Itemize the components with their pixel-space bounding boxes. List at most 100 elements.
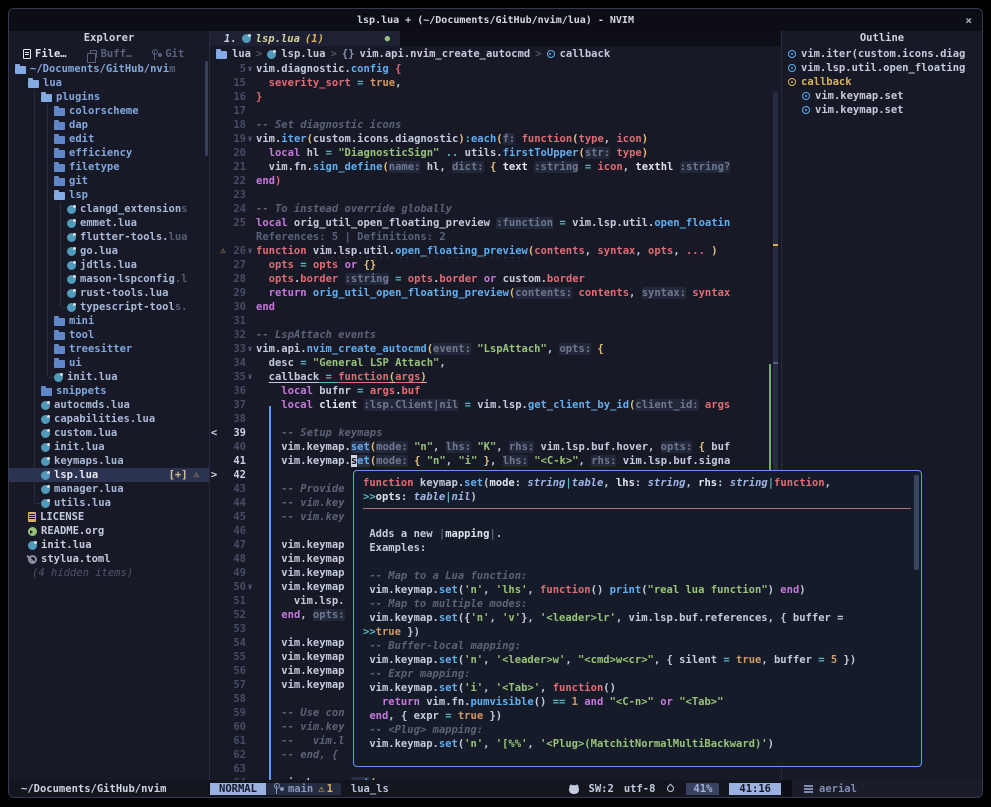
tree-item-init-lua[interactable]: init.lua [9,538,209,552]
code-line-37[interactable]: 37 local client :lsp.Client|nil = vim.ls… [210,398,781,412]
tree-item-treesitter[interactable]: treesitter [9,342,209,356]
tree-item-autocmds-lua[interactable]: autocmds.lua [9,398,209,412]
org-icon [28,527,37,536]
outline-item[interactable]: vim.lsp.util.open_floating [782,61,982,75]
code-line-40[interactable]: 40 vim.keymap.set(mode: "n", lhs: "K", r… [210,440,781,454]
code-line-19[interactable]: 19∨vim.iter(custom.icons.diagnostic):eac… [210,132,781,146]
tree-item-custom-lua[interactable]: custom.lua [9,426,209,440]
float-scrollbar[interactable] [914,475,919,570]
tree-item-init-lua[interactable]: init.lua [9,370,209,384]
tab-buffer[interactable]: Buff… [79,46,141,62]
code-line-17[interactable]: 17 [210,104,781,118]
code-line-30[interactable]: 30end [210,300,781,314]
tree-item-clangd-extension[interactable]: clangd_extensions [9,202,209,216]
code-line-24[interactable]: 24-- To instead override globally [210,202,781,216]
tree-item-snippets[interactable]: snippets [9,384,209,398]
lua-file-icon [67,205,76,214]
breadcrumb-item[interactable]: lua [232,48,251,60]
close-icon[interactable]: × [965,9,972,31]
tree-item-mason-lspconfig[interactable]: mason-lspconfig.l [9,272,209,286]
code-line-15[interactable]: 15 severity_sort = true, [210,76,781,90]
tree-item-manager-lua[interactable]: manager.lua [9,482,209,496]
code-line-27[interactable]: 27 opts = opts or {} [210,258,781,272]
code-virtual-line[interactable]: References: 5 | Definitions: 2 [210,230,781,244]
code-line-16[interactable]: 16} [210,90,781,104]
tree-item-git[interactable]: git [9,174,209,188]
code-line-29[interactable]: 29 return orig_util_open_floating_previe… [210,286,781,300]
explorer-scrollbar[interactable] [205,61,208,156]
tree-item-utils-lua[interactable]: utils.lua [9,496,209,510]
code-line-34[interactable]: 34 desc = "General LSP Attach", [210,356,781,370]
tree-item-keymaps-lua[interactable]: keymaps.lua [9,454,209,468]
tree-item-edit[interactable]: edit [9,132,209,146]
tree-item-rust-tools-lua[interactable]: rust-tools.lua [9,286,209,300]
tree-item-mini[interactable]: mini [9,314,209,328]
code-line-26[interactable]: ⚠26∨function vim.lsp.util.open_floating_… [210,244,781,258]
breadcrumb-item[interactable]: callback [560,48,611,60]
tree-item-readme-org[interactable]: README.org [9,524,209,538]
tree-item-license[interactable]: LICENSE [9,510,209,524]
code-line-33[interactable]: 33∨vim.api.nvim_create_autocmd(event: "L… [210,342,781,356]
outline-item[interactable]: vim.iter(custom.icons.diag [782,47,982,61]
float-doc-line: end, { expr = true }) [363,709,911,723]
tree-item--4-hidden-items-[interactable]: (4 hidden items) [9,566,209,580]
tree-guide [28,356,41,370]
lua-file-icon [41,471,50,480]
tree-item-capabilities-lua[interactable]: capabilities.lua [9,412,209,426]
code-line-20[interactable]: 20 local hl = "DiagnosticSign" .. utils.… [210,146,781,160]
code-line-32[interactable]: 32-- LspAttach events [210,328,781,342]
lua-file-icon [54,373,63,382]
tree-item-go-lua[interactable]: go.lua [9,244,209,258]
tab-file[interactable]: File… [15,46,75,62]
modified-dot-icon: ● [385,34,390,44]
tree-item-lsp-lua[interactable]: lsp.lua[+]⚠ [9,468,209,482]
tree-item-flutter-tools-[interactable]: flutter-tools.lua [9,230,209,244]
tree-item-filetype[interactable]: filetype [9,160,209,174]
code-line-36[interactable]: 36 local bufnr = args.buf [210,384,781,398]
statusline: ~/Documents/GitHub/nvim NORMAL main ⚠1 l… [9,780,982,797]
tree-item-dap[interactable]: dap [9,118,209,132]
code-line-21[interactable]: 21 vim.fn.sign_define(name: hl, dict: { … [210,160,781,174]
tab-git[interactable]: Git [144,46,192,62]
code-line-41[interactable]: 41 vim.keymap.set(mode: { "n", "i" }, lh… [210,454,781,468]
code-line-39[interactable]: <39 -- Setup keymaps [210,426,781,440]
tree-item-plugins[interactable]: plugins [9,90,209,104]
folder-icon [54,360,65,368]
lua-file-icon [28,541,37,550]
tree-item-emmet-lua[interactable]: emmet.lua [9,216,209,230]
tree-item-efficiency[interactable]: efficiency [9,146,209,160]
tree-guide [28,244,41,258]
code-line-5[interactable]: 5∨vim.diagnostic.config { [210,62,781,76]
folder-icon [54,164,65,172]
code-line-22[interactable]: 22end) [210,174,781,188]
tree-item--documents-github-nvi[interactable]: ~/Documents/GitHub/nvim [9,62,209,76]
breadcrumb-item[interactable]: lsp.lua [281,48,325,60]
tree-guide [28,342,41,356]
outline-item[interactable]: vim.keymap.set [782,89,982,103]
outline-item[interactable]: vim.keymap.set [782,103,982,117]
tree-item-ui[interactable]: ui [9,356,209,370]
warning-icon: ⚠ [194,470,199,480]
buffer-tab-lsp-lua[interactable]: 1. lsp.lua (1) ● [210,31,400,46]
tree-item-stylua-toml[interactable]: stylua.toml [9,552,209,566]
tree-item-label: init.lua [54,441,105,453]
code-line-25[interactable]: 25local orig_util_open_floating_preview … [210,216,781,230]
tree-guide [28,202,41,216]
code-line-38[interactable]: 38 [210,412,781,426]
tree-item-lsp[interactable]: lsp [9,188,209,202]
tree-item-init-lua[interactable]: init.lua [9,440,209,454]
code-line-28[interactable]: 28 opts.border :string = opts.border or … [210,272,781,286]
breadcrumb-item[interactable]: vim.api.nvim_create_autocmd [360,48,531,60]
outline-item[interactable]: callback [782,75,982,89]
tree-guide [41,244,54,258]
tree-item-lua[interactable]: lua [9,76,209,90]
code-line-18[interactable]: 18-- Set diagnostic icons [210,118,781,132]
tree-guide [28,118,41,132]
code-line-23[interactable]: 23 [210,188,781,202]
tree-item-typescript-tool[interactable]: typescript-tools. [9,300,209,314]
tree-item-tool[interactable]: tool [9,328,209,342]
tree-item-jdtls-lua[interactable]: jdtls.lua [9,258,209,272]
code-line-35[interactable]: 35∨ callback = function(args) [210,370,781,384]
code-line-31[interactable]: 31 [210,314,781,328]
tree-item-colorscheme[interactable]: colorscheme [9,104,209,118]
